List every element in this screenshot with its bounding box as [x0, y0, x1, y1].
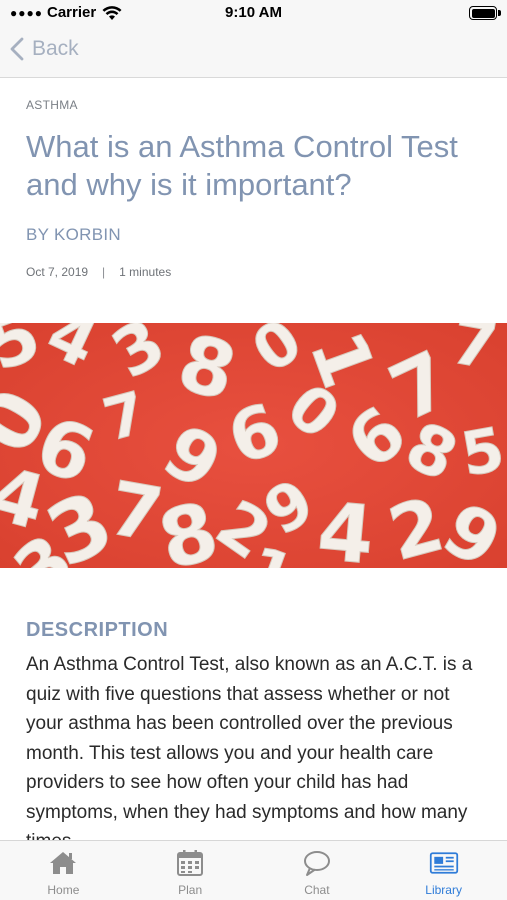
numbers-illustration: 5 4 3 8 0 1 7 7 0 6 7 9 6 0 6 8 5 4 3 7 …: [0, 323, 507, 568]
status-time: 9:10 AM: [225, 4, 282, 21]
tab-bar: Home Plan Chat Library: [0, 840, 507, 900]
battery-tip: [498, 10, 501, 16]
article-date: Oct 7, 2019: [26, 265, 89, 279]
tab-home[interactable]: Home: [0, 841, 127, 900]
tab-plan[interactable]: Plan: [127, 841, 254, 900]
newspaper-icon: [429, 852, 458, 874]
tab-plan-label: Plan: [178, 883, 203, 897]
chevron-left-icon: [10, 37, 24, 61]
tab-home-label: Home: [47, 883, 80, 897]
battery-icon: [469, 6, 497, 20]
chat-bubble-icon: [303, 851, 330, 876]
calendar-icon: [177, 850, 204, 876]
article-title: What is an Asthma Control Test and why i…: [26, 129, 458, 202]
status-bar: ●●●● Carrier 9:10 AM: [0, 0, 507, 28]
navigation-bar: Back: [0, 28, 507, 78]
article-read-time: 1 minutes: [119, 265, 172, 279]
tab-library-label: Library: [425, 883, 462, 897]
home-icon: [50, 852, 77, 874]
svg-text:4: 4: [314, 485, 378, 568]
back-button[interactable]: Back: [10, 37, 79, 61]
meta-separator: |: [102, 265, 106, 279]
tab-library[interactable]: Library: [380, 841, 507, 900]
tab-chat-label: Chat: [304, 883, 330, 897]
description-body: An Asthma Control Test, also known as an…: [26, 654, 473, 840]
article-meta: Oct 7, 2019 | 1 minutes: [26, 265, 171, 279]
back-label: Back: [32, 37, 79, 60]
tab-chat[interactable]: Chat: [254, 841, 381, 900]
article-hero-image: 5 4 3 8 0 1 7 7 0 6 7 9 6 0 6 8 5 4 3 7 …: [0, 323, 507, 568]
description-heading: DESCRIPTION: [26, 619, 169, 641]
article-category[interactable]: ASTHMA: [26, 98, 78, 112]
article-author: BY KORBIN: [26, 225, 121, 244]
